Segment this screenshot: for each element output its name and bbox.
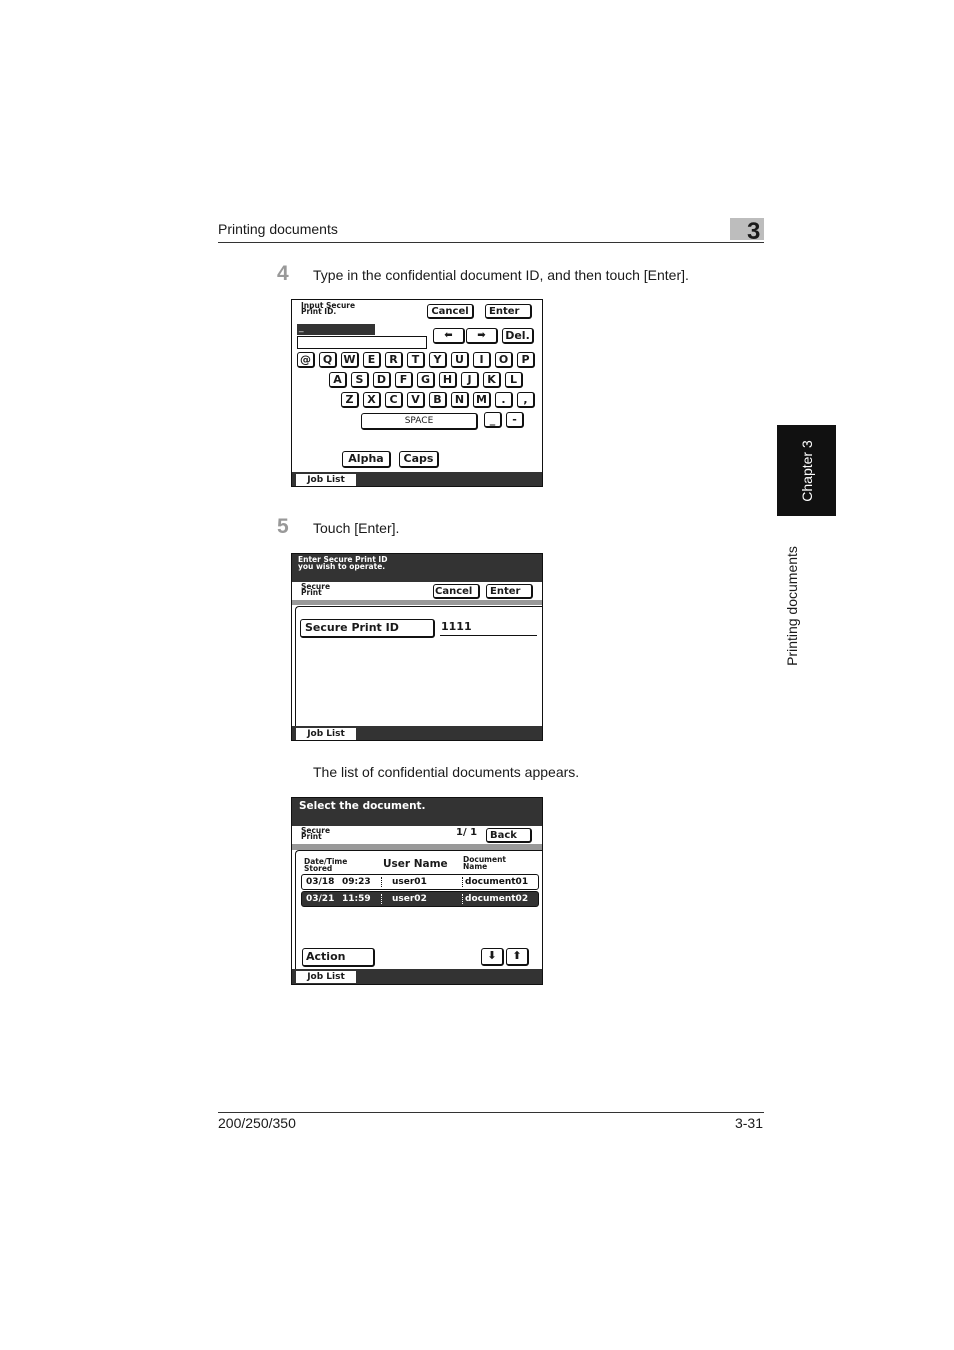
key-H[interactable]: H	[439, 372, 457, 388]
chapter-side-tab: Chapter 3	[777, 425, 836, 516]
document-row[interactable]: 03/18 09:23 user01 document01	[301, 874, 539, 890]
column-header-document: Name	[463, 862, 488, 871]
key-C[interactable]: C	[385, 392, 403, 408]
column-separator	[381, 877, 382, 887]
key-R[interactable]: R	[385, 352, 403, 368]
column-separator	[462, 877, 463, 887]
column-separator	[462, 894, 463, 904]
key-V[interactable]: V	[407, 392, 425, 408]
key-U[interactable]: U	[451, 352, 469, 368]
step-text: Touch [Enter].	[313, 520, 400, 536]
hyphen-key[interactable]: -	[506, 412, 524, 428]
key-P[interactable]: P	[517, 352, 535, 368]
cancel-button[interactable]: Cancel	[427, 304, 474, 319]
column-header-date: Stored	[304, 864, 333, 873]
key-M[interactable]: M	[473, 392, 491, 408]
running-header: Printing documents	[218, 221, 338, 237]
side-tab-chapter: Chapter 3	[798, 439, 815, 502]
right-arrow-button[interactable]: ➡	[466, 328, 498, 344]
manual-page: Printing documents 3 Chapter 3 Printing …	[0, 0, 954, 1350]
delete-button[interactable]: Del.	[502, 328, 534, 344]
caps-button[interactable]: Caps	[399, 451, 439, 468]
key-Y[interactable]: Y	[429, 352, 447, 368]
key-F[interactable]: F	[395, 372, 413, 388]
cell-document: document02	[465, 894, 529, 904]
input-id-screen: Input Secure Print ID. Cancel Enter _ ⬅ …	[291, 299, 543, 487]
underscore-key[interactable]: _	[484, 412, 502, 428]
result-note: The list of confidential documents appea…	[313, 764, 580, 780]
scroll-up-button[interactable]: ⬆	[506, 948, 529, 966]
key-,[interactable]: ,	[517, 392, 535, 408]
enter-button[interactable]: Enter	[486, 584, 533, 599]
left-arrow-button[interactable]: ⬅	[433, 328, 465, 344]
scroll-down-button[interactable]: ⬇	[481, 948, 504, 966]
key-J[interactable]: J	[461, 372, 479, 388]
key-K[interactable]: K	[483, 372, 501, 388]
secure-print-id-button[interactable]: Secure Print ID	[300, 619, 435, 638]
alpha-button[interactable]: Alpha	[342, 451, 391, 468]
message-text: Select the document.	[299, 800, 426, 812]
input-cursor: _	[297, 324, 375, 335]
job-list-tab[interactable]: Job List	[296, 971, 356, 983]
key-A[interactable]: A	[329, 372, 347, 388]
side-tab-section: Printing documents	[784, 546, 800, 666]
message-text: you wish to operate.	[298, 562, 386, 571]
cancel-button[interactable]: Cancel	[433, 584, 480, 599]
id-input[interactable]	[297, 336, 427, 349]
space-key[interactable]: SPACE	[361, 413, 478, 430]
key-I[interactable]: I	[473, 352, 491, 368]
key-E[interactable]: E	[363, 352, 381, 368]
cell-date: 03/21	[306, 894, 335, 904]
key-Q[interactable]: Q	[319, 352, 337, 368]
cell-user: user01	[392, 877, 427, 887]
key-O[interactable]: O	[495, 352, 513, 368]
column-header-user: User Name	[383, 858, 448, 870]
action-button[interactable]: Action	[302, 948, 375, 967]
job-list-tab[interactable]: Job List	[296, 474, 356, 486]
document-list-screen: Select the document. Secure Print 1/ 1 B…	[291, 797, 543, 985]
key-.[interactable]: .	[495, 392, 513, 408]
key-D[interactable]: D	[373, 372, 391, 388]
secure-print-id-value: 1111	[440, 620, 537, 636]
cell-time: 11:59	[342, 894, 371, 904]
key-B[interactable]: B	[429, 392, 447, 408]
footer-page-number: 3-31	[734, 1115, 763, 1131]
key-X[interactable]: X	[363, 392, 381, 408]
step-text: Type in the confidential document ID, an…	[313, 267, 689, 283]
document-row[interactable]: 03/21 11:59 user02 document02	[301, 891, 539, 907]
key-G[interactable]: G	[417, 372, 435, 388]
enter-button[interactable]: Enter	[485, 304, 532, 319]
key-@[interactable]: @	[297, 352, 315, 368]
job-list-tab[interactable]: Job List	[296, 728, 356, 740]
key-N[interactable]: N	[451, 392, 469, 408]
footer-model: 200/250/350	[218, 1115, 296, 1131]
header-rule	[218, 242, 764, 243]
key-W[interactable]: W	[341, 352, 359, 368]
mode-label: Print	[301, 832, 322, 841]
step-number: 4	[277, 262, 289, 285]
column-separator	[381, 894, 382, 904]
mode-label: Print	[301, 588, 322, 597]
bottom-bar: Job List	[292, 726, 542, 740]
cell-date: 03/18	[306, 877, 335, 887]
bottom-bar: Job List	[292, 969, 542, 984]
key-L[interactable]: L	[505, 372, 523, 388]
back-button[interactable]: Back	[486, 828, 532, 843]
step-number: 5	[277, 515, 289, 538]
page-indicator: 1/ 1	[456, 827, 478, 838]
key-T[interactable]: T	[407, 352, 425, 368]
message-bar: Enter Secure Print ID you wish to operat…	[292, 554, 542, 582]
cell-user: user02	[392, 894, 427, 904]
footer-rule	[218, 1112, 764, 1113]
key-S[interactable]: S	[351, 372, 369, 388]
key-Z[interactable]: Z	[341, 392, 359, 408]
cell-document: document01	[465, 877, 529, 887]
message-bar: Select the document.	[292, 798, 542, 826]
bottom-bar: Job List	[292, 472, 542, 486]
screen-title: Print ID.	[301, 307, 337, 316]
enter-id-screen: Enter Secure Print ID you wish to operat…	[291, 553, 543, 741]
cell-time: 09:23	[342, 877, 371, 887]
divider-bar	[292, 600, 542, 605]
